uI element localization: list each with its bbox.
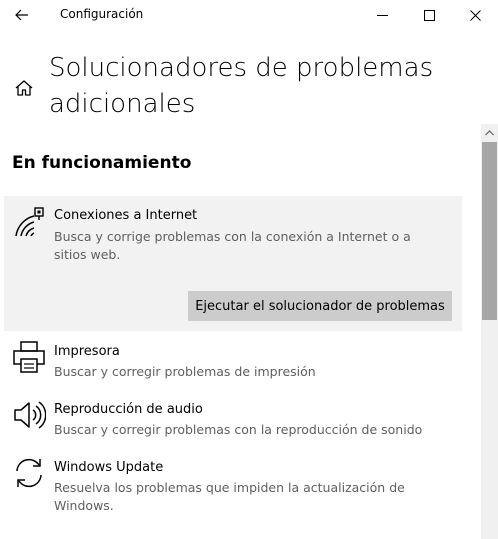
chevron-up-icon (485, 129, 494, 135)
vertical-scrollbar[interactable] (481, 124, 498, 539)
troubleshooter-description: Buscar y corregir problemas de impresión (54, 364, 316, 379)
troubleshooter-name: Impresora (54, 344, 120, 359)
title-bar: Configuración (0, 0, 498, 30)
section-title: En funcionamiento (12, 153, 192, 173)
troubleshooter-audio[interactable]: Reproducción de audio Buscar y corregir … (4, 396, 462, 446)
wifi-internet-icon (15, 207, 44, 237)
page-title: Solucionadores de problemas adicionales (49, 53, 434, 119)
troubleshooter-description: Busca y corrige problemas con la conexió… (54, 229, 411, 262)
minimize-button[interactable] (359, 0, 405, 30)
sync-icon (16, 458, 42, 488)
back-button[interactable] (6, 0, 38, 30)
speaker-icon (14, 401, 46, 429)
troubleshooter-name: Reproducción de audio (54, 402, 203, 417)
scroll-up-button[interactable] (481, 124, 498, 141)
home-icon (15, 80, 33, 96)
close-button[interactable] (452, 0, 498, 30)
troubleshooter-name: Conexiones a Internet (54, 208, 198, 223)
close-icon (469, 9, 481, 21)
minimize-icon (376, 14, 388, 16)
scroll-thumb[interactable] (482, 142, 497, 320)
troubleshooter-printer[interactable]: Impresora Buscar y corregir problemas de… (4, 338, 462, 388)
printer-icon (13, 341, 45, 373)
troubleshooter-name: Windows Update (54, 460, 164, 475)
troubleshooter-description: Resuelva los problemas que impiden la ac… (54, 480, 405, 513)
run-troubleshooter-button[interactable]: Ejecutar el solucionador de problemas (188, 291, 452, 321)
troubleshooter-description: Buscar y corregir problemas con la repro… (54, 422, 423, 437)
maximize-button[interactable] (406, 0, 452, 30)
home-button[interactable] (10, 74, 38, 102)
troubleshooter-windows-update[interactable]: Windows Update Resuelva los problemas qu… (4, 454, 462, 524)
troubleshooter-internet[interactable]: Conexiones a Internet Busca y corrige pr… (4, 196, 462, 331)
arrow-left-icon (15, 9, 28, 21)
app-title: Configuración (60, 7, 144, 21)
maximize-icon (423, 9, 435, 21)
